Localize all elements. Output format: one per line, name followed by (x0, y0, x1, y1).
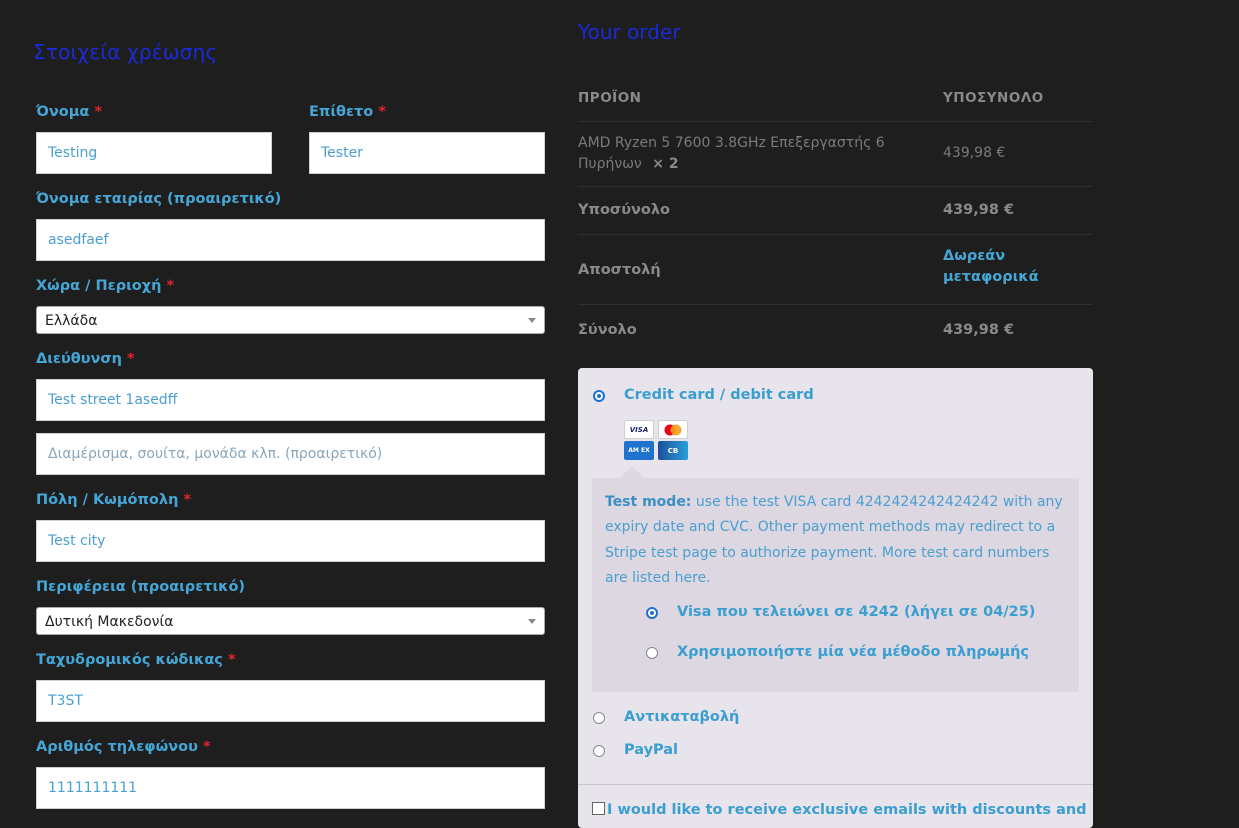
required-mark: * (127, 351, 135, 367)
shipping-label: Αποστολή (578, 262, 661, 278)
last-name-label: Επίθετο * (309, 104, 386, 120)
email-opt-in-label[interactable]: I would like to receive exclusive emails… (607, 802, 1087, 818)
total-value: 439,98 € (943, 322, 1015, 338)
region-select[interactable]: Δυτική Μακεδονία (36, 607, 545, 635)
saved-card-radio[interactable] (646, 607, 658, 619)
new-method-radio[interactable] (646, 647, 658, 659)
column-header-product: ΠΡΟΪΟΝ (578, 90, 642, 106)
divider (578, 304, 1093, 305)
required-mark: * (202, 739, 211, 755)
order-item-price: 439,98 € (943, 145, 1006, 161)
region-select-value: Δυτική Μακεδονία (45, 614, 174, 630)
card-payment-radio[interactable] (593, 390, 605, 402)
chevron-down-icon (528, 318, 536, 323)
postcode-label: Ταχυδρομικός κώδικας * (36, 652, 236, 668)
company-label: Όνομα εταιρίας (προαιρετικό) (36, 191, 282, 207)
country-label: Χώρα / Περιοχή * (36, 278, 175, 294)
cod-label[interactable]: Αντικαταβολή (624, 709, 739, 725)
required-mark: * (166, 278, 175, 294)
email-opt-in-checkbox[interactable] (592, 802, 605, 815)
mastercard-icon (658, 420, 688, 439)
saved-card-label[interactable]: Visa που τελειώνει σε 4242 (λήγει σε 04/… (677, 604, 1035, 620)
column-header-subtotal: ΥΠΟΣΥΝΟΛΟ (943, 90, 1044, 106)
order-item-qty: × 2 (652, 156, 679, 172)
country-select-value: Ελλάδα (45, 313, 98, 329)
paypal-radio[interactable] (593, 745, 605, 757)
total-label: Σύνολο (578, 322, 637, 338)
region-label: Περιφέρεια (προαιρετικό) (36, 579, 246, 595)
divider (578, 186, 1093, 187)
subtotal-value: 439,98 € (943, 202, 1015, 218)
subtotal-label: Υποσύνολο (578, 202, 670, 218)
new-method-label[interactable]: Χρησιμοποιήστε μία νέα μέθοδο πληρωμής (677, 644, 1029, 660)
card-payment-label[interactable]: Credit card / debit card (624, 387, 814, 403)
required-mark: * (378, 104, 386, 120)
last-name-input[interactable]: Tester (309, 132, 545, 174)
amex-icon: AM EX (624, 441, 654, 460)
city-label: Πόλη / Κωμόπολη * (36, 492, 192, 508)
phone-label: Αριθμός τηλεφώνου * (36, 739, 211, 755)
first-name-input[interactable]: Testing (36, 132, 272, 174)
address-label: Διεύθυνση * (36, 351, 135, 367)
shipping-value: Δωρεάν μεταφορικά (943, 248, 1039, 285)
address-line1-input[interactable]: Test street 1asedff (36, 379, 545, 421)
postcode-input[interactable]: T3ST (36, 680, 545, 722)
city-input[interactable]: Test city (36, 520, 545, 562)
info-box-pointer (620, 466, 644, 478)
test-mode-text: Test mode: use the test VISA card 424242… (605, 494, 1063, 587)
first-name-label: Όνομα * (36, 104, 103, 120)
divider (578, 784, 1093, 785)
address-line2-input[interactable]: Διαμέρισμα, σουίτα, μονάδα κλπ. (προαιρε… (36, 433, 545, 475)
company-input[interactable]: asedfaef (36, 219, 545, 261)
cod-radio[interactable] (593, 712, 605, 724)
divider (578, 234, 1093, 235)
order-item-name: AMD Ryzen 5 7600 3.8GHz Επεξεργαστής 6 Π… (578, 135, 885, 172)
cartes-bancaires-icon: CB (658, 441, 688, 460)
required-mark: * (183, 492, 192, 508)
required-mark: * (94, 104, 103, 120)
required-mark: * (227, 652, 236, 668)
country-select[interactable]: Ελλάδα (36, 306, 545, 334)
order-title: Your order (578, 20, 681, 44)
paypal-label[interactable]: PayPal (624, 742, 678, 758)
visa-icon: VISA (624, 420, 654, 439)
divider (578, 121, 1093, 122)
billing-title: Στοιχεία χρέωσης (33, 40, 218, 64)
phone-input[interactable]: 1111111111 (36, 767, 545, 809)
chevron-down-icon (528, 619, 536, 624)
